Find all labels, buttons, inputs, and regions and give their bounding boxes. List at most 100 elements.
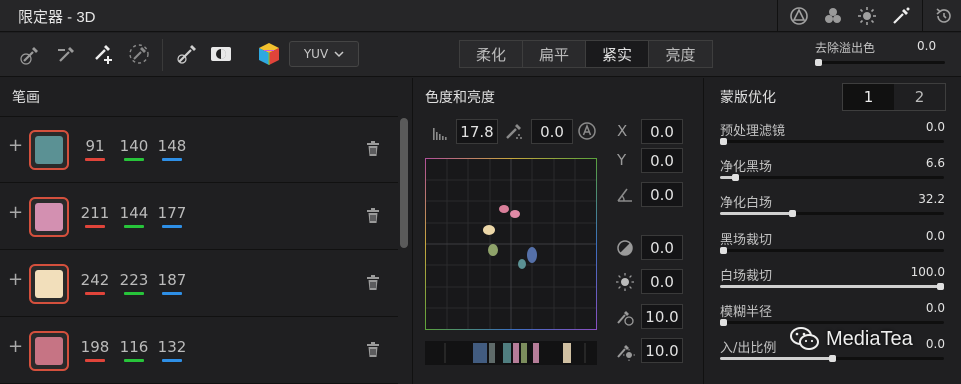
slider-knob[interactable] xyxy=(720,246,727,254)
slider-knob[interactable] xyxy=(720,319,727,326)
stroke-g-value: 144 xyxy=(119,204,149,222)
auto-icon[interactable] xyxy=(577,121,597,141)
rotate-value-field[interactable]: 0.0 xyxy=(641,182,683,207)
qualifier-rgb-icon[interactable] xyxy=(816,0,850,32)
picker-icon[interactable] xyxy=(16,39,46,69)
brightness-value-field[interactable]: 0.0 xyxy=(641,269,683,294)
slider-knob[interactable] xyxy=(829,355,836,363)
stroke-swatch[interactable] xyxy=(29,197,69,237)
mode-tab-3[interactable]: 亮度 xyxy=(649,41,712,67)
picker-feather-icon[interactable] xyxy=(124,39,154,69)
add-stroke-icon[interactable]: + xyxy=(8,336,23,357)
mask-tab-2[interactable]: 2 xyxy=(894,84,945,110)
mask-control-slider[interactable] xyxy=(720,138,944,145)
mask-heading: 蒙版优化 xyxy=(720,90,776,106)
hue-value-field[interactable]: 17.8 xyxy=(456,119,498,144)
delete-stroke-icon[interactable] xyxy=(366,208,380,224)
mask-control-slider[interactable] xyxy=(720,355,944,363)
brightness-icon xyxy=(615,272,635,292)
despill-slider[interactable] xyxy=(815,59,945,66)
soft-high-value-field[interactable]: 10.0 xyxy=(641,338,683,363)
soft-low-value-field[interactable]: 10.0 xyxy=(641,304,683,329)
stroke-swatch[interactable] xyxy=(29,130,69,170)
wechat-icon xyxy=(790,327,819,350)
mask-control-value[interactable]: 0.0 xyxy=(926,301,945,315)
delete-stroke-icon[interactable] xyxy=(366,275,380,291)
stroke-r-value: 242 xyxy=(80,271,110,289)
mask-control-value[interactable]: 0.0 xyxy=(926,120,945,134)
mode-tab-2[interactable]: 紧实 xyxy=(586,41,649,67)
chroma-luma-panel: 色度和亮度 17.8 0.0 X 0.0 Y 0.0 0.0 0.0 0.0 1… xyxy=(413,78,703,384)
stroke-swatch[interactable] xyxy=(29,331,69,371)
slider-knob[interactable] xyxy=(815,59,822,66)
stroke-r-value: 198 xyxy=(80,338,110,356)
stroke-row[interactable]: +91 140 148 xyxy=(0,117,398,183)
stroke-row[interactable]: +211 144 177 xyxy=(0,184,398,250)
mask-control-value[interactable]: 0.0 xyxy=(926,337,945,351)
slider-knob[interactable] xyxy=(789,210,796,218)
mask-control-label: 模糊半径 xyxy=(720,305,773,320)
add-stroke-icon[interactable]: + xyxy=(8,269,23,290)
mask-control-slider[interactable] xyxy=(720,282,944,290)
mode-tab-0[interactable]: 柔化 xyxy=(460,41,523,67)
mask-control: 净化白场 32.2 xyxy=(719,191,951,227)
mask-tab-1[interactable]: 1 xyxy=(843,84,894,110)
delete-stroke-icon[interactable] xyxy=(366,342,380,358)
chroma-heading: 色度和亮度 xyxy=(425,90,495,106)
channel-bar-g xyxy=(124,292,144,295)
invert-mask-icon[interactable] xyxy=(206,39,236,69)
stroke-g-value: 140 xyxy=(119,137,149,155)
slider-fill xyxy=(720,212,792,216)
mask-control-slider[interactable] xyxy=(720,174,944,182)
slider-fill xyxy=(720,357,832,361)
qualifier-mode-icons xyxy=(773,0,961,32)
swatch-color xyxy=(35,270,63,298)
x-value-field[interactable]: 0.0 xyxy=(641,119,683,144)
slider-knob[interactable] xyxy=(720,138,727,145)
mask-control-value[interactable]: 100.0 xyxy=(911,265,945,279)
chroma-plot[interactable] xyxy=(425,158,597,330)
highlight-pen-icon[interactable] xyxy=(172,39,202,69)
stroke-b-value: 177 xyxy=(157,204,187,222)
delete-stroke-icon[interactable] xyxy=(366,141,380,157)
qualifier-toolbar: YUV 柔化 扁平 紧实 亮度 去除溢出色 0.0 xyxy=(0,33,961,77)
slider-knob[interactable] xyxy=(732,174,739,182)
mask-control-slider[interactable] xyxy=(720,246,944,254)
y-value-field[interactable]: 0.0 xyxy=(641,148,683,173)
stroke-r-value: 91 xyxy=(85,137,105,155)
reset-icon[interactable] xyxy=(927,0,961,32)
softness-value-field[interactable]: 0.0 xyxy=(531,119,573,144)
channel-bar-r xyxy=(85,225,105,228)
color-space-select[interactable]: YUV xyxy=(289,41,359,67)
mode-tab-1[interactable]: 扁平 xyxy=(523,41,586,67)
stroke-row[interactable]: +198 116 132 xyxy=(0,318,398,384)
stroke-b-value: 148 xyxy=(157,137,187,155)
despill-label: 去除溢出色 xyxy=(815,41,876,55)
mask-control-value[interactable]: 32.2 xyxy=(918,192,945,206)
picker-subtract-icon[interactable] xyxy=(52,39,82,69)
luma-spectrum[interactable] xyxy=(425,341,597,365)
slider-knob[interactable] xyxy=(937,282,944,290)
channel-bar-r xyxy=(85,158,105,161)
mask-control-value[interactable]: 6.6 xyxy=(926,156,945,170)
mask-control-slider[interactable] xyxy=(720,319,944,326)
mask-control-slider[interactable] xyxy=(720,210,944,218)
mask-control-value[interactable]: 0.0 xyxy=(926,229,945,243)
stroke-swatch[interactable] xyxy=(29,264,69,304)
watermark-text: MediaTea xyxy=(826,327,913,350)
contrast-value-field[interactable]: 0.0 xyxy=(641,235,683,260)
add-stroke-icon[interactable]: + xyxy=(8,202,23,223)
qualifier-3d-icon[interactable] xyxy=(884,0,918,32)
mask-control-label: 入/出比例 xyxy=(720,341,777,357)
stroke-row[interactable]: +242 223 187 xyxy=(0,251,398,317)
swatch-color xyxy=(35,203,63,231)
qualifier-hsl-icon[interactable] xyxy=(782,0,816,32)
title-bar: 限定器 - 3D xyxy=(0,0,961,32)
qualifier-luma-icon[interactable] xyxy=(850,0,884,32)
mask-control-label: 黑场裁切 xyxy=(720,232,773,248)
picker-add-icon[interactable] xyxy=(88,39,118,69)
add-stroke-icon[interactable]: + xyxy=(8,135,23,156)
stroke-list-scrollbar[interactable] xyxy=(400,118,408,248)
despill-value[interactable]: 0.0 xyxy=(917,39,936,53)
color-cube-icon[interactable] xyxy=(254,39,284,69)
